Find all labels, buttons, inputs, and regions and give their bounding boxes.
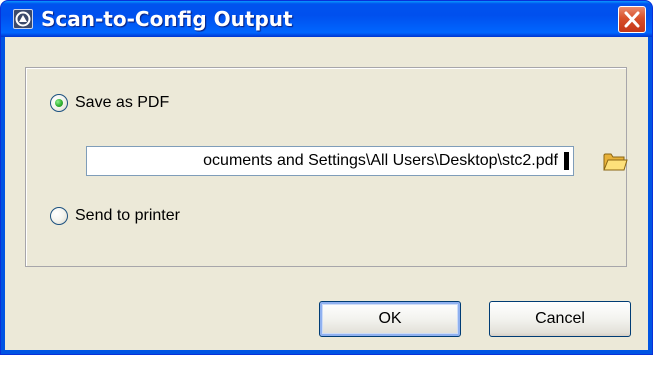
- dialog-body: Save as PDF ocuments and Settings\All Us…: [5, 37, 648, 350]
- output-path-text: ocuments and Settings\All Users\Desktop\…: [203, 152, 558, 169]
- send-to-printer-option[interactable]: Send to printer: [50, 207, 180, 225]
- app-logo-icon: [13, 9, 33, 29]
- save-as-pdf-option[interactable]: Save as PDF: [50, 94, 169, 112]
- close-x-icon: [624, 11, 640, 28]
- ok-button[interactable]: OK: [319, 301, 461, 337]
- close-button[interactable]: [618, 6, 646, 33]
- title-bar[interactable]: Scan-to-Config Output: [1, 1, 652, 37]
- dialog-window: Scan-to-Config Output Save as PDF ocumen…: [0, 0, 653, 355]
- send-to-printer-label: Send to printer: [75, 207, 180, 224]
- send-to-printer-radio[interactable]: [50, 207, 68, 225]
- save-as-pdf-radio[interactable]: [50, 94, 68, 112]
- window-title: Scan-to-Config Output: [41, 7, 293, 31]
- folder-icon: [603, 153, 628, 171]
- output-path-input[interactable]: ocuments and Settings\All Users\Desktop\…: [86, 146, 574, 176]
- output-options-group: Save as PDF ocuments and Settings\All Us…: [25, 67, 628, 267]
- text-caret: [564, 151, 569, 170]
- save-as-pdf-label: Save as PDF: [75, 94, 170, 111]
- browse-folder-button[interactable]: [602, 150, 628, 172]
- background-strip: [0, 355, 655, 372]
- cancel-button[interactable]: Cancel: [489, 301, 631, 337]
